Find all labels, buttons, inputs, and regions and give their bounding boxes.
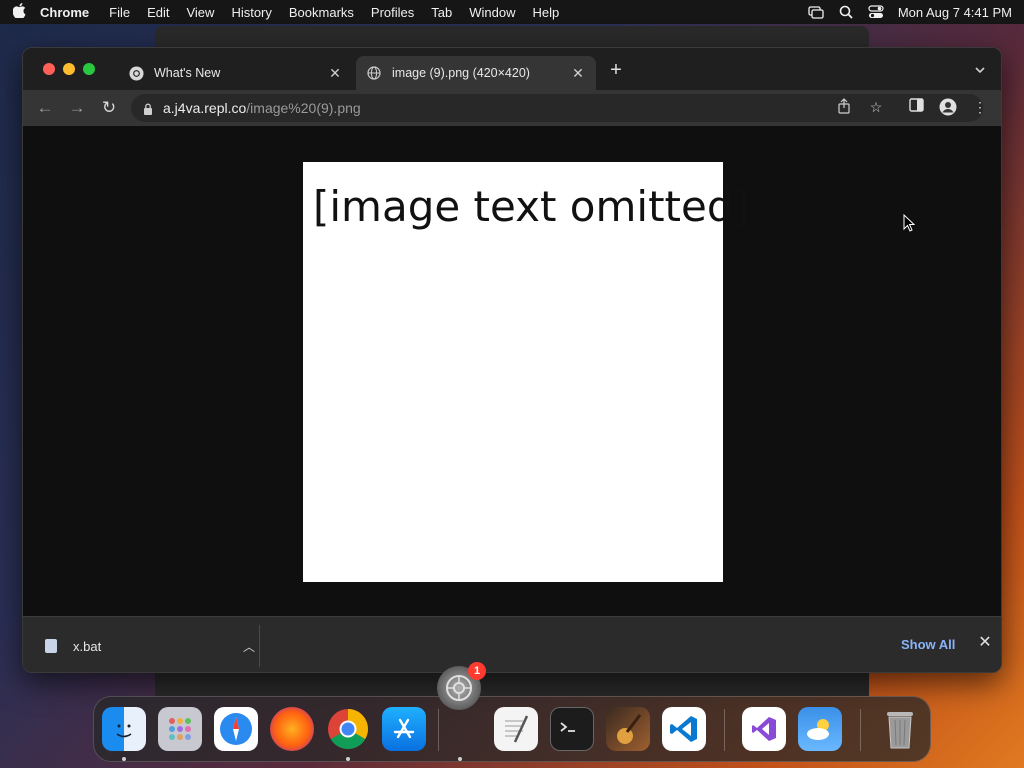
trash-icon[interactable] xyxy=(878,707,922,751)
file-icon xyxy=(45,639,57,653)
browser-window: What's New ✕ image (9).png (420×420) ✕ +… xyxy=(22,47,1002,673)
launchpad-icon[interactable] xyxy=(158,707,202,751)
apple-menu-icon[interactable] xyxy=(12,2,26,22)
running-indicator xyxy=(346,757,350,761)
dock-separator xyxy=(860,709,861,751)
browser-toolbar: ← → ↻ a.j4va.repl.co/image%20(9).png ☆ ⋮ xyxy=(23,90,1001,126)
menu-bar: Chrome File Edit View History Bookmarks … xyxy=(0,0,1024,24)
running-indicator xyxy=(122,757,126,761)
back-arrow-icon[interactable]: ← xyxy=(35,98,55,118)
page-viewport: [image text omitted] xyxy=(23,126,1001,616)
background-window-edge xyxy=(155,26,869,48)
lock-icon[interactable] xyxy=(143,102,153,115)
menu-bookmarks[interactable]: Bookmarks xyxy=(289,5,354,20)
safari-compass-icon[interactable] xyxy=(214,707,258,751)
show-all-downloads-button[interactable]: Show All xyxy=(901,637,955,652)
garageband-guitar-icon[interactable] xyxy=(606,707,650,751)
more-menu-icon[interactable]: ⋮ xyxy=(971,98,989,116)
menu-tab[interactable]: Tab xyxy=(431,5,452,20)
chrome-icon[interactable] xyxy=(326,707,370,751)
download-item[interactable]: x.bat ︿ xyxy=(37,631,259,661)
downloads-divider xyxy=(259,625,260,667)
download-file-name[interactable]: x.bat xyxy=(73,639,239,654)
menu-view[interactable]: View xyxy=(186,5,214,20)
notification-badge: 1 xyxy=(468,662,486,680)
window-minimize-button[interactable] xyxy=(63,63,75,75)
menu-history[interactable]: History xyxy=(231,5,271,20)
menu-help[interactable]: Help xyxy=(533,5,560,20)
window-zoom-button[interactable] xyxy=(83,63,95,75)
url-host: a.j4va.repl.co xyxy=(163,100,247,116)
menu-window[interactable]: Window xyxy=(469,5,515,20)
close-downloads-icon[interactable]: ✕ xyxy=(977,635,993,651)
terminal-icon[interactable] xyxy=(550,707,594,751)
firefox-icon[interactable] xyxy=(270,707,314,751)
dock-separator xyxy=(724,709,725,751)
tab-whats-new[interactable]: What's New ✕ xyxy=(118,56,353,90)
address-bar[interactable]: a.j4va.repl.co/image%20(9).png xyxy=(131,94,983,122)
chevron-up-icon[interactable]: ︿ xyxy=(239,638,259,655)
screen-mirroring-icon[interactable] xyxy=(808,5,824,19)
new-tab-plus-icon[interactable]: + xyxy=(607,60,625,80)
menu-edit[interactable]: Edit xyxy=(147,5,169,20)
image-text-placeholder: [image text omitted] xyxy=(313,182,750,231)
menu-file[interactable]: File xyxy=(109,5,130,20)
menubar-clock[interactable]: Mon Aug 7 4:41 PM xyxy=(898,5,1012,20)
share-icon[interactable] xyxy=(835,98,853,116)
vscode-icon[interactable] xyxy=(662,707,706,751)
downloads-bar: x.bat ︿ Show All ✕ xyxy=(23,616,1001,672)
app-store-icon[interactable] xyxy=(382,707,426,751)
finder-icon[interactable] xyxy=(102,707,146,751)
url-path: /image%20(9).png xyxy=(246,100,361,116)
tab-close-icon[interactable]: ✕ xyxy=(327,65,343,82)
displayed-image: [image text omitted] xyxy=(303,162,750,582)
dock-separator xyxy=(438,709,439,751)
bookmark-star-icon[interactable]: ☆ xyxy=(867,98,885,116)
chrome-logo-icon xyxy=(128,65,144,81)
spotlight-search-icon[interactable] xyxy=(838,5,854,19)
tab-title: What's New xyxy=(154,66,221,80)
tab-strip: What's New ✕ image (9).png (420×420) ✕ + xyxy=(23,48,1001,90)
window-close-button[interactable] xyxy=(43,63,55,75)
textedit-icon[interactable] xyxy=(494,707,538,751)
tab-image-active[interactable]: image (9).png (420×420) ✕ xyxy=(356,56,596,90)
mouse-cursor-icon xyxy=(903,214,915,232)
globe-icon xyxy=(366,65,382,81)
background-window-edge-bottom xyxy=(155,672,869,696)
tab-close-icon[interactable]: ✕ xyxy=(570,65,586,82)
forward-arrow-icon[interactable]: → xyxy=(67,98,87,118)
side-panel-icon[interactable] xyxy=(907,98,925,116)
reload-icon[interactable]: ↻ xyxy=(99,98,119,118)
tab-title: image (9).png (420×420) xyxy=(392,66,530,80)
menu-profiles[interactable]: Profiles xyxy=(371,5,414,20)
dock xyxy=(93,696,931,762)
control-center-icon[interactable] xyxy=(868,5,884,19)
weather-icon[interactable] xyxy=(798,707,842,751)
visual-studio-icon[interactable] xyxy=(742,707,786,751)
tab-search-chevron-icon[interactable] xyxy=(973,63,987,77)
menu-app-name[interactable]: Chrome xyxy=(40,5,89,20)
running-indicator xyxy=(458,757,462,761)
profile-avatar-icon[interactable] xyxy=(939,98,957,116)
